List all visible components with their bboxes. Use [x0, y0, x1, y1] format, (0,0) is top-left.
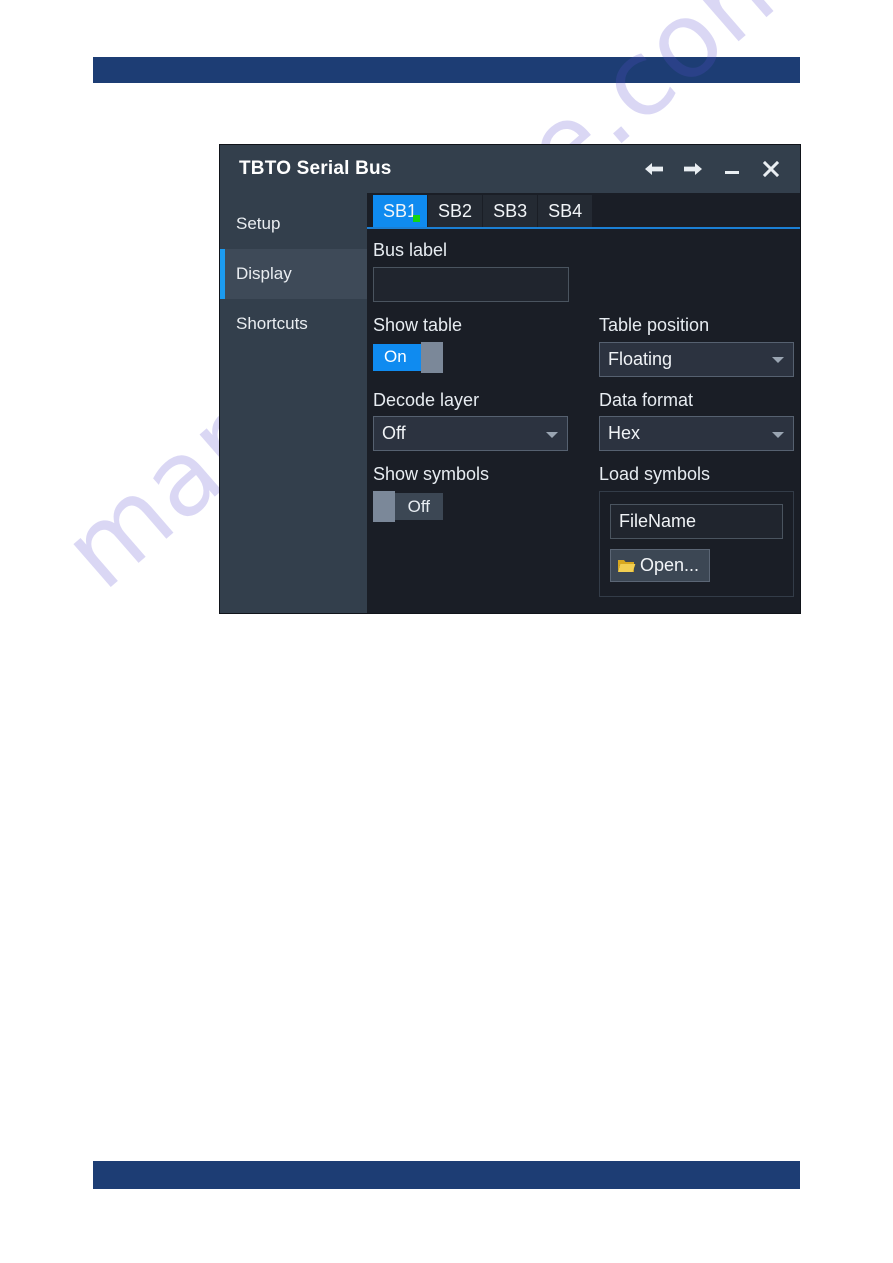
chevron-down-icon — [546, 431, 558, 438]
sidebar-item-setup[interactable]: Setup — [220, 199, 367, 249]
open-file-button[interactable]: Open... — [610, 549, 711, 583]
back-arrow-icon[interactable] — [641, 156, 667, 182]
decode-layer-row: Decode layer Off Data format Hex — [373, 389, 794, 452]
bus-label-field-group: Bus label — [373, 240, 794, 302]
decode-layer-dropdown[interactable]: Off — [373, 416, 568, 452]
show-symbols-row: Show symbols Off Load symbols FileName O… — [373, 464, 794, 598]
chevron-down-icon — [772, 431, 784, 438]
dialog-titlebar: TBTO Serial Bus — [220, 145, 800, 193]
table-position-dropdown[interactable]: Floating — [599, 341, 794, 377]
tab-label: SB1 — [383, 200, 418, 221]
bus-label-label: Bus label — [373, 240, 448, 260]
folder-open-icon — [617, 558, 636, 574]
data-format-label: Data format — [599, 389, 694, 410]
show-table-state: On — [384, 347, 407, 367]
tab-label: SB4 — [548, 200, 583, 221]
filename-input[interactable]: FileName — [610, 504, 783, 540]
filename-value: FileName — [619, 511, 697, 532]
data-format-group: Data format Hex — [599, 389, 794, 452]
serial-bus-dialog: TBTO Serial Bus Setup Display Shortcuts … — [220, 145, 800, 613]
tab-active-indicator-icon — [413, 215, 421, 222]
load-symbols-label: Load symbols — [599, 464, 711, 485]
forward-arrow-icon[interactable] — [680, 156, 706, 182]
page-footer-rule — [93, 1161, 800, 1189]
sidebar-item-label: Setup — [236, 214, 281, 233]
show-table-group: Show table On — [373, 314, 568, 377]
show-table-toggle[interactable]: On — [373, 341, 443, 373]
close-icon[interactable] — [758, 156, 784, 182]
decode-layer-group: Decode layer Off — [373, 389, 568, 452]
sidebar-item-label: Shortcuts — [236, 314, 308, 333]
sidebar-item-display[interactable]: Display — [220, 249, 367, 299]
decode-layer-label: Decode layer — [373, 389, 480, 410]
table-position-label: Table position — [599, 314, 710, 335]
open-file-label: Open... — [640, 555, 700, 576]
dialog-sidebar: Setup Display Shortcuts — [220, 193, 367, 613]
show-symbols-group: Show symbols Off — [373, 465, 568, 597]
show-symbols-state: Off — [407, 496, 430, 516]
load-symbols-group: Load symbols FileName Open... — [599, 464, 794, 598]
table-position-group: Table position Floating — [599, 314, 794, 377]
bus-label-input[interactable] — [373, 266, 569, 302]
show-table-label: Show table — [373, 314, 463, 335]
table-position-value: Floating — [608, 348, 673, 369]
tab-sb2[interactable]: SB2 — [428, 195, 484, 227]
data-format-dropdown[interactable]: Hex — [599, 416, 794, 452]
show-symbols-toggle-knob — [373, 491, 395, 523]
window-controls — [641, 156, 784, 182]
show-symbols-label: Show symbols — [373, 464, 490, 485]
dialog-content: SB1 SB2 SB3 SB4 Bus label Show table On … — [367, 193, 800, 613]
tab-sb4[interactable]: SB4 — [538, 195, 594, 227]
data-format-value: Hex — [608, 423, 641, 444]
tab-sb1[interactable]: SB1 — [373, 195, 429, 227]
display-settings-panel: Bus label Show table On Table position F… — [367, 229, 800, 613]
load-symbols-box: FileName Open... — [599, 491, 794, 598]
sidebar-item-label: Display — [236, 264, 292, 283]
chevron-down-icon — [772, 357, 784, 364]
page-header-rule — [93, 57, 800, 83]
minimize-icon[interactable] — [719, 156, 745, 182]
show-table-toggle-knob — [421, 341, 443, 373]
sidebar-item-shortcuts[interactable]: Shortcuts — [220, 299, 367, 349]
show-table-row: Show table On Table position Floating — [373, 314, 794, 377]
show-symbols-toggle[interactable]: Off — [373, 491, 443, 523]
tab-sb3[interactable]: SB3 — [483, 195, 539, 227]
tab-label: SB2 — [438, 200, 473, 221]
serial-bus-tabbar: SB1 SB2 SB3 SB4 — [367, 193, 800, 229]
dialog-title: TBTO Serial Bus — [239, 158, 392, 179]
dialog-body: Setup Display Shortcuts SB1 SB2 SB3 SB4 … — [220, 193, 800, 613]
tab-label: SB3 — [493, 200, 528, 221]
decode-layer-value: Off — [382, 423, 406, 444]
